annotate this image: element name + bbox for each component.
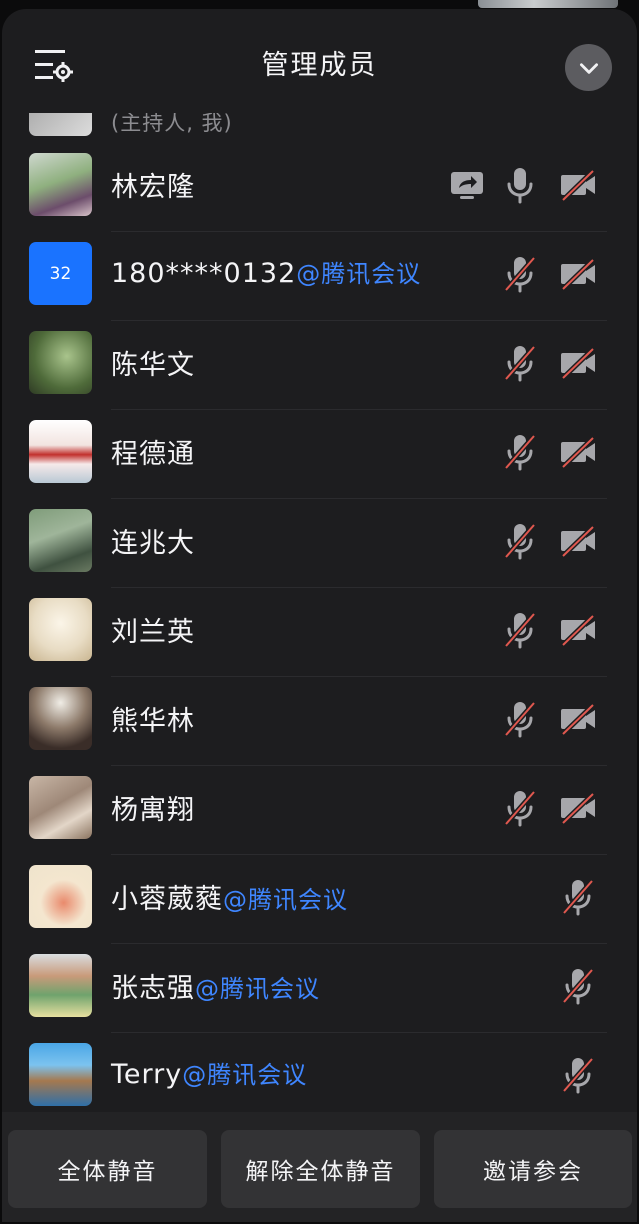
member-row[interactable]: 小蓉葳蕤@腾讯会议 [2, 855, 637, 944]
avatar [29, 687, 92, 750]
member-row[interactable]: 林宏隆 [2, 143, 637, 232]
mic-off-icon[interactable] [500, 610, 540, 650]
avatar [29, 598, 92, 661]
camera-off-icon[interactable] [558, 165, 598, 205]
camera-off-icon[interactable] [558, 254, 598, 294]
chevron-down-icon[interactable] [565, 44, 612, 91]
mic-off-icon[interactable] [500, 254, 540, 294]
member-name: 张志强 [111, 973, 195, 1004]
avatar [29, 509, 92, 572]
member-row-host[interactable]: (主持人, 我) [2, 113, 637, 141]
mic-off-icon[interactable] [500, 699, 540, 739]
member-row[interactable]: 张志强@腾讯会议 [2, 944, 637, 1033]
avatar [29, 420, 92, 483]
mic-off-icon[interactable] [500, 521, 540, 561]
member-name: 程德通 [111, 439, 195, 470]
member-name: 180****0132 [111, 258, 297, 289]
camera-off-icon[interactable] [558, 788, 598, 828]
avatar: 32 [29, 242, 92, 305]
invite-button[interactable]: 邀请参会 [434, 1130, 632, 1208]
member-name: 杨寓翔 [111, 795, 195, 826]
camera-off-icon[interactable] [558, 343, 598, 383]
member-row[interactable]: 杨寓翔 [2, 766, 637, 855]
member-row[interactable]: 陈华文 [2, 321, 637, 410]
camera-off-icon[interactable] [558, 521, 598, 561]
mute-all-button[interactable]: 全体静音 [8, 1130, 207, 1208]
mic-on-icon[interactable] [500, 165, 540, 205]
member-row[interactable]: 熊华林 [2, 677, 637, 766]
panel-header: 管理成员 [2, 9, 637, 113]
unmute-all-button[interactable]: 解除全体静音 [221, 1130, 420, 1208]
member-row[interactable]: Terry@腾讯会议 [2, 1033, 637, 1122]
page-title: 管理成员 [261, 50, 378, 81]
member-name: 连兆大 [111, 528, 195, 559]
avatar [29, 153, 92, 216]
mic-off-icon[interactable] [500, 432, 540, 472]
member-row[interactable]: 刘兰英 [2, 588, 637, 677]
member-row[interactable]: 程德通 [2, 410, 637, 499]
member-tag: @腾讯会议 [296, 260, 422, 288]
avatar [29, 954, 92, 1017]
member-name: Terry [111, 1059, 183, 1090]
member-tag: @腾讯会议 [182, 1061, 308, 1089]
member-name: 林宏隆 [111, 172, 195, 203]
avatar [29, 1043, 92, 1106]
member-name: 陈华文 [111, 350, 195, 381]
mic-off-icon[interactable] [500, 343, 540, 383]
member-tag: @腾讯会议 [195, 975, 320, 1003]
member-row[interactable]: 连兆大 [2, 499, 637, 588]
avatar [29, 331, 92, 394]
manage-members-panel: 管理成员 (主持人, 我) 林宏隆 32 180****0132@腾讯会议 陈华… [2, 9, 637, 1222]
member-name: 小蓉葳蕤 [111, 884, 223, 915]
camera-off-icon[interactable] [558, 432, 598, 472]
mic-off-icon[interactable] [500, 788, 540, 828]
avatar [29, 776, 92, 839]
avatar [29, 865, 92, 928]
share-screen-icon[interactable] [447, 165, 487, 205]
video-thumbnail-strip [478, 0, 618, 8]
camera-off-icon[interactable] [558, 699, 598, 739]
member-list: 林宏隆 32 180****0132@腾讯会议 陈华文 程德通 连兆大 刘兰英 … [2, 143, 637, 1122]
host-self-label: (主持人, 我) [111, 113, 233, 135]
member-tag: @腾讯会议 [223, 886, 348, 914]
mic-off-icon[interactable] [558, 966, 598, 1006]
camera-off-icon[interactable] [558, 610, 598, 650]
action-bar: 全体静音 解除全体静音 邀请参会 [2, 1112, 637, 1222]
member-name: 熊华林 [111, 706, 195, 737]
member-row[interactable]: 32 180****0132@腾讯会议 [2, 232, 637, 321]
avatar [29, 113, 92, 136]
mic-off-icon[interactable] [558, 1055, 598, 1095]
member-name: 刘兰英 [111, 617, 195, 648]
mic-off-icon[interactable] [558, 877, 598, 917]
